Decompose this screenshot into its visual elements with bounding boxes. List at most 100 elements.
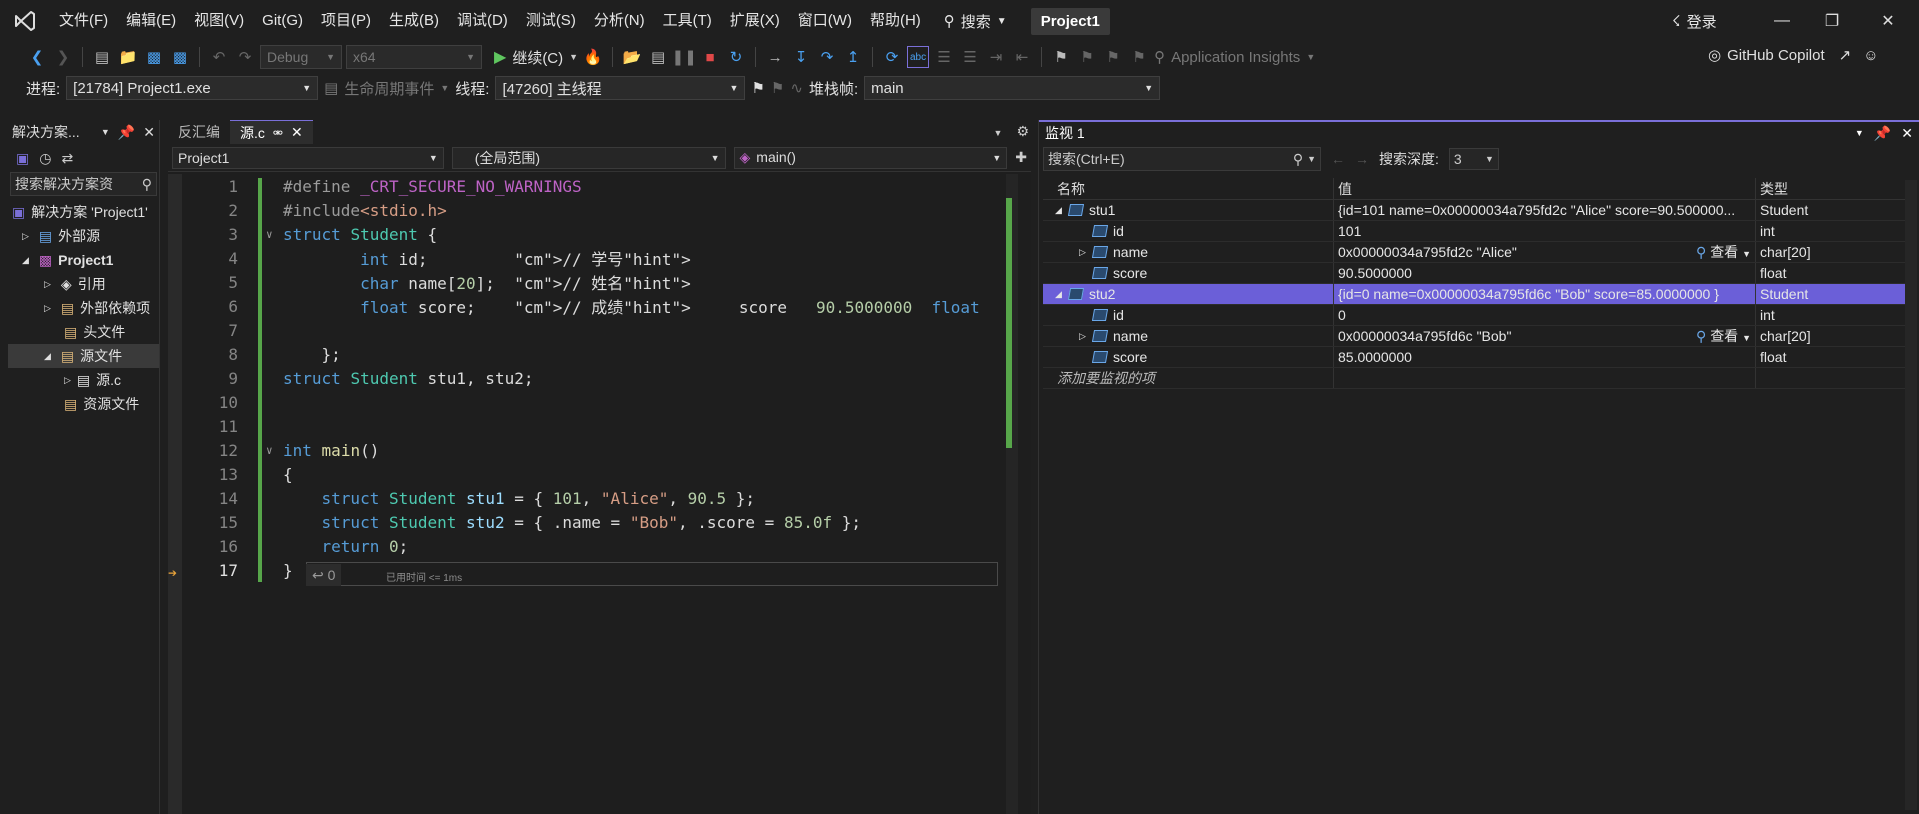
nav-scope-select[interactable]: (全局范围) ▼ bbox=[451, 146, 726, 169]
watch-row[interactable]: ◢ stu2 {id=0 name=0x00000034a795fd6c "Bob"… bbox=[1043, 284, 1915, 305]
solution-search-input[interactable]: 搜索解决方案资 ⚲ bbox=[10, 172, 157, 196]
tree-source-files[interactable]: ◢ ▤ 源文件 bbox=[8, 344, 159, 368]
save-all-icon[interactable]: ▩ bbox=[169, 46, 191, 68]
watch-value-cell[interactable]: {id=101 name=0x00000034a795fd2c "Alice" … bbox=[1334, 200, 1756, 220]
hot-reload-icon[interactable]: 🔥 bbox=[582, 46, 604, 68]
expand-open-icon[interactable]: ◢ bbox=[1055, 289, 1069, 300]
gear-icon[interactable]: ⚙ bbox=[1016, 123, 1029, 140]
show-next-statement-icon[interactable]: → bbox=[764, 46, 786, 68]
watch-search-input[interactable]: 搜索(Ctrl+E) ⚲ ▼ bbox=[1043, 147, 1321, 171]
search-button[interactable]: ⚲ 搜索 ▼ bbox=[944, 11, 1007, 32]
watch-value-cell[interactable]: 90.5000000 bbox=[1334, 263, 1756, 283]
menu-view[interactable]: 视图(V) bbox=[185, 0, 253, 42]
menu-window[interactable]: 窗口(W) bbox=[789, 0, 861, 42]
forward-icon[interactable]: ❯ bbox=[52, 46, 74, 68]
history-icon[interactable]: ◷ bbox=[39, 150, 51, 167]
redo-icon[interactable]: ↷ bbox=[234, 46, 256, 68]
watch-value-cell[interactable]: 0x00000034a795fd6c "Bob" ⚲ 查看 ▼ bbox=[1334, 326, 1756, 346]
layout-icon[interactable]: ▤ bbox=[647, 46, 669, 68]
diagnostics-icon[interactable]: ⟳ bbox=[881, 46, 903, 68]
configuration-select[interactable]: Debug ▼ bbox=[260, 45, 342, 69]
close-button[interactable]: ✕ bbox=[1858, 0, 1918, 42]
tree-resource-files[interactable]: ▤ 资源文件 bbox=[8, 392, 159, 416]
watch-row[interactable]: id 101 int bbox=[1043, 221, 1915, 242]
split-icon[interactable]: ✚ bbox=[1015, 149, 1027, 166]
fold-icon[interactable]: ∨ bbox=[266, 444, 273, 457]
pause-icon[interactable]: ❚❚ bbox=[672, 46, 697, 68]
back-icon[interactable]: ❮ bbox=[26, 46, 48, 68]
code-area[interactable]: 1 #define _CRT_SECURE_NO_WARNINGS 2 #includ… bbox=[168, 174, 1031, 814]
next-bookmark-icon[interactable]: ⚑ bbox=[1102, 46, 1124, 68]
restart-icon[interactable]: ↻ bbox=[725, 46, 747, 68]
tab-disassembly[interactable]: 反汇编 bbox=[168, 120, 230, 144]
restore-button[interactable]: ❐ bbox=[1802, 0, 1862, 42]
view-visualizer-button[interactable]: ⚲ 查看 ▼ bbox=[1696, 242, 1751, 262]
tab-source-c[interactable]: 源.c ⚮ ✕ bbox=[230, 120, 313, 144]
menu-help[interactable]: 帮助(H) bbox=[861, 0, 930, 42]
close-icon[interactable]: ✕ bbox=[291, 124, 303, 141]
watch-row[interactable]: score 90.5000000 float bbox=[1043, 263, 1915, 284]
watch-value-cell[interactable]: {id=0 name=0x00000034a795fd6c "Bob" scor… bbox=[1334, 284, 1756, 304]
thread-select[interactable]: [47260] 主线程 ▼ bbox=[495, 76, 746, 100]
chevron-down-icon[interactable]: ▼ bbox=[1855, 128, 1864, 138]
pin-icon[interactable]: 📌 bbox=[118, 124, 135, 141]
expand-closed-icon[interactable]: ▷ bbox=[1079, 247, 1093, 258]
step-over-icon[interactable]: ↷ bbox=[816, 46, 838, 68]
step-out-icon[interactable]: ↥ bbox=[842, 46, 864, 68]
lifecycle-events[interactable]: 生命周期事件 bbox=[344, 78, 434, 99]
menu-extensions[interactable]: 扩展(X) bbox=[721, 0, 789, 42]
visual-studio-logo-icon[interactable] bbox=[0, 0, 50, 42]
watch-row[interactable]: score 85.0000000 float bbox=[1043, 347, 1915, 368]
add-watch-row[interactable]: 添加要监视的项 bbox=[1043, 368, 1915, 389]
tree-external-sources[interactable]: ▷ ▤ 外部源 bbox=[8, 224, 159, 248]
undo-icon[interactable]: ↶ bbox=[208, 46, 230, 68]
tree-header-files[interactable]: ▤ 头文件 bbox=[8, 320, 159, 344]
vs-icon[interactable]: ▣ bbox=[16, 150, 29, 167]
tree-project[interactable]: ◢ ▩ Project1 bbox=[8, 248, 159, 272]
flag-thread-icon[interactable]: ⚑ bbox=[771, 79, 784, 97]
process-select[interactable]: [21784] Project1.exe ▼ bbox=[66, 76, 319, 100]
fold-icon[interactable]: ∨ bbox=[266, 228, 273, 241]
tree-solution[interactable]: ▣ 解决方案 'Project1' bbox=[8, 200, 159, 224]
menu-test[interactable]: 测试(S) bbox=[517, 0, 585, 42]
expand-closed-icon[interactable]: ▷ bbox=[1079, 331, 1093, 342]
comment-icon[interactable]: ☰ bbox=[933, 46, 955, 68]
menu-file[interactable]: 文件(F) bbox=[50, 0, 117, 42]
close-icon[interactable]: ✕ bbox=[143, 124, 155, 141]
app-insights-button[interactable]: ⚲ Application Insights ▼ bbox=[1154, 48, 1315, 67]
stack-frame-select[interactable]: main ▼ bbox=[864, 76, 1161, 100]
chevron-down-icon[interactable]: ▼ bbox=[101, 127, 110, 137]
folder-icon[interactable]: 📂 bbox=[621, 46, 643, 68]
watch-value-cell[interactable]: 0x00000034a795fd2c "Alice" ⚲ 查看 ▼ bbox=[1334, 242, 1756, 262]
pin-icon[interactable]: 📌 bbox=[1874, 125, 1891, 142]
copilot-button[interactable]: ◎ GitHub Copilot ↗ ☺ bbox=[1708, 46, 1879, 65]
menu-tools[interactable]: 工具(T) bbox=[654, 0, 721, 42]
continue-button[interactable]: ▶ 继续(C) ▼ bbox=[494, 47, 578, 68]
open-folder-icon[interactable]: 📁 bbox=[117, 46, 139, 68]
menu-edit[interactable]: 编辑(E) bbox=[117, 0, 185, 42]
nav-project-select[interactable]: Project1 ▼ bbox=[172, 146, 444, 169]
nav-function-select[interactable]: ◈ main() ▼ bbox=[733, 146, 1008, 169]
watch-row[interactable]: ◢ stu1 {id=101 name=0x00000034a795fd2c "Al… bbox=[1043, 200, 1915, 221]
menu-project[interactable]: 项目(P) bbox=[312, 0, 380, 42]
prev-bookmark-icon[interactable]: ⚑ bbox=[1076, 46, 1098, 68]
sync-icon[interactable]: ⇄ bbox=[61, 150, 73, 167]
show-threads-icon[interactable]: ∿ bbox=[790, 79, 803, 97]
column-name[interactable]: 名称 bbox=[1043, 178, 1334, 199]
menu-debug[interactable]: 调试(D) bbox=[448, 0, 517, 42]
expand-open-icon[interactable]: ◢ bbox=[1055, 205, 1069, 216]
login-button[interactable]: ☇ 登录 bbox=[1672, 0, 1717, 42]
clear-bookmarks-icon[interactable]: ⚑ bbox=[1128, 46, 1150, 68]
step-into-icon[interactable]: ↧ bbox=[790, 46, 812, 68]
chevron-down-icon[interactable]: ▼ bbox=[994, 128, 1003, 138]
watch-value-cell[interactable]: 101 bbox=[1334, 221, 1756, 241]
search-back-icon[interactable]: ← bbox=[1331, 151, 1345, 167]
tree-external-deps[interactable]: ▷ ▤ 外部依赖项 bbox=[8, 296, 159, 320]
bookmark-icon[interactable]: ⚑ bbox=[1050, 46, 1072, 68]
watch-scrollbar[interactable] bbox=[1905, 180, 1917, 810]
spell-check-icon[interactable]: abc bbox=[907, 46, 930, 68]
column-value[interactable]: 值 bbox=[1334, 178, 1756, 199]
save-icon[interactable]: ▩ bbox=[143, 46, 165, 68]
search-forward-icon[interactable]: → bbox=[1355, 151, 1369, 167]
uncomment-icon[interactable]: ☰ bbox=[959, 46, 981, 68]
